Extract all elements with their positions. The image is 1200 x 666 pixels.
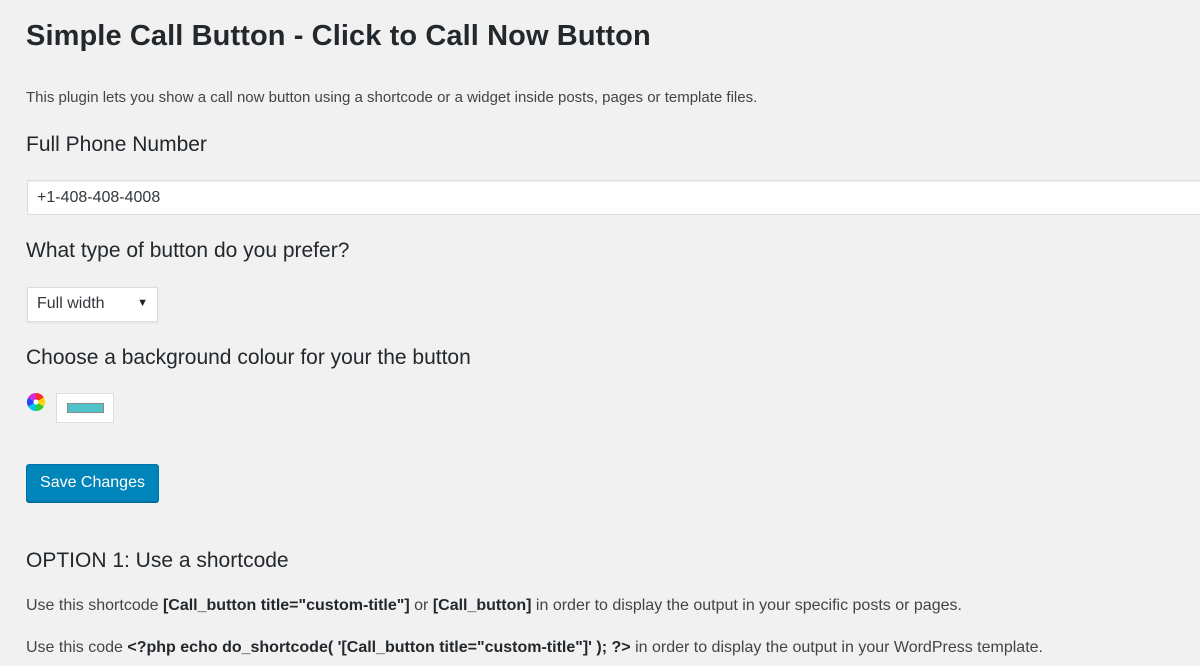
color-wheel-icon[interactable]	[26, 392, 46, 412]
shortcode-text-or: or	[409, 597, 433, 614]
button-type-select[interactable]: Full width ▼	[27, 287, 158, 322]
page-title: Simple Call Button - Click to Call Now B…	[26, 20, 651, 52]
option1-heading: OPTION 1: Use a shortcode	[26, 549, 289, 572]
dropdown-arrow-icon: ▼	[137, 297, 148, 309]
phone-number-label: Full Phone Number	[26, 133, 207, 156]
background-colour-picker-button[interactable]	[56, 393, 114, 423]
plugin-description: This plugin lets you show a call now but…	[26, 89, 758, 106]
background-colour-label: Choose a background colour for your the …	[26, 346, 471, 369]
shortcode-example-plain: [Call_button]	[432, 597, 532, 614]
shortcode-text-suffix: in order to display the output in your s…	[531, 597, 962, 614]
php-code-example: <?php echo do_shortcode( '[Call_button t…	[127, 639, 631, 656]
button-type-label: What type of button do you prefer?	[26, 239, 350, 262]
phone-number-input[interactable]	[27, 180, 1200, 215]
colour-swatch	[67, 403, 104, 413]
shortcode-example-title: [Call_button title="custom-title"]	[162, 597, 410, 614]
save-changes-button[interactable]: Save Changes	[26, 464, 159, 502]
template-text-suffix: in order to display the output in your W…	[630, 639, 1043, 656]
shortcode-instructions: Use this shortcode [Call_button title="c…	[26, 597, 962, 615]
shortcode-text-prefix: Use this shortcode	[26, 597, 163, 614]
template-code-instructions: Use this code <?php echo do_shortcode( '…	[26, 639, 1043, 657]
plugin-settings-page: Simple Call Button - Click to Call Now B…	[0, 0, 1200, 666]
button-type-selected-value: Full width	[37, 295, 105, 312]
template-text-prefix: Use this code	[26, 639, 128, 656]
